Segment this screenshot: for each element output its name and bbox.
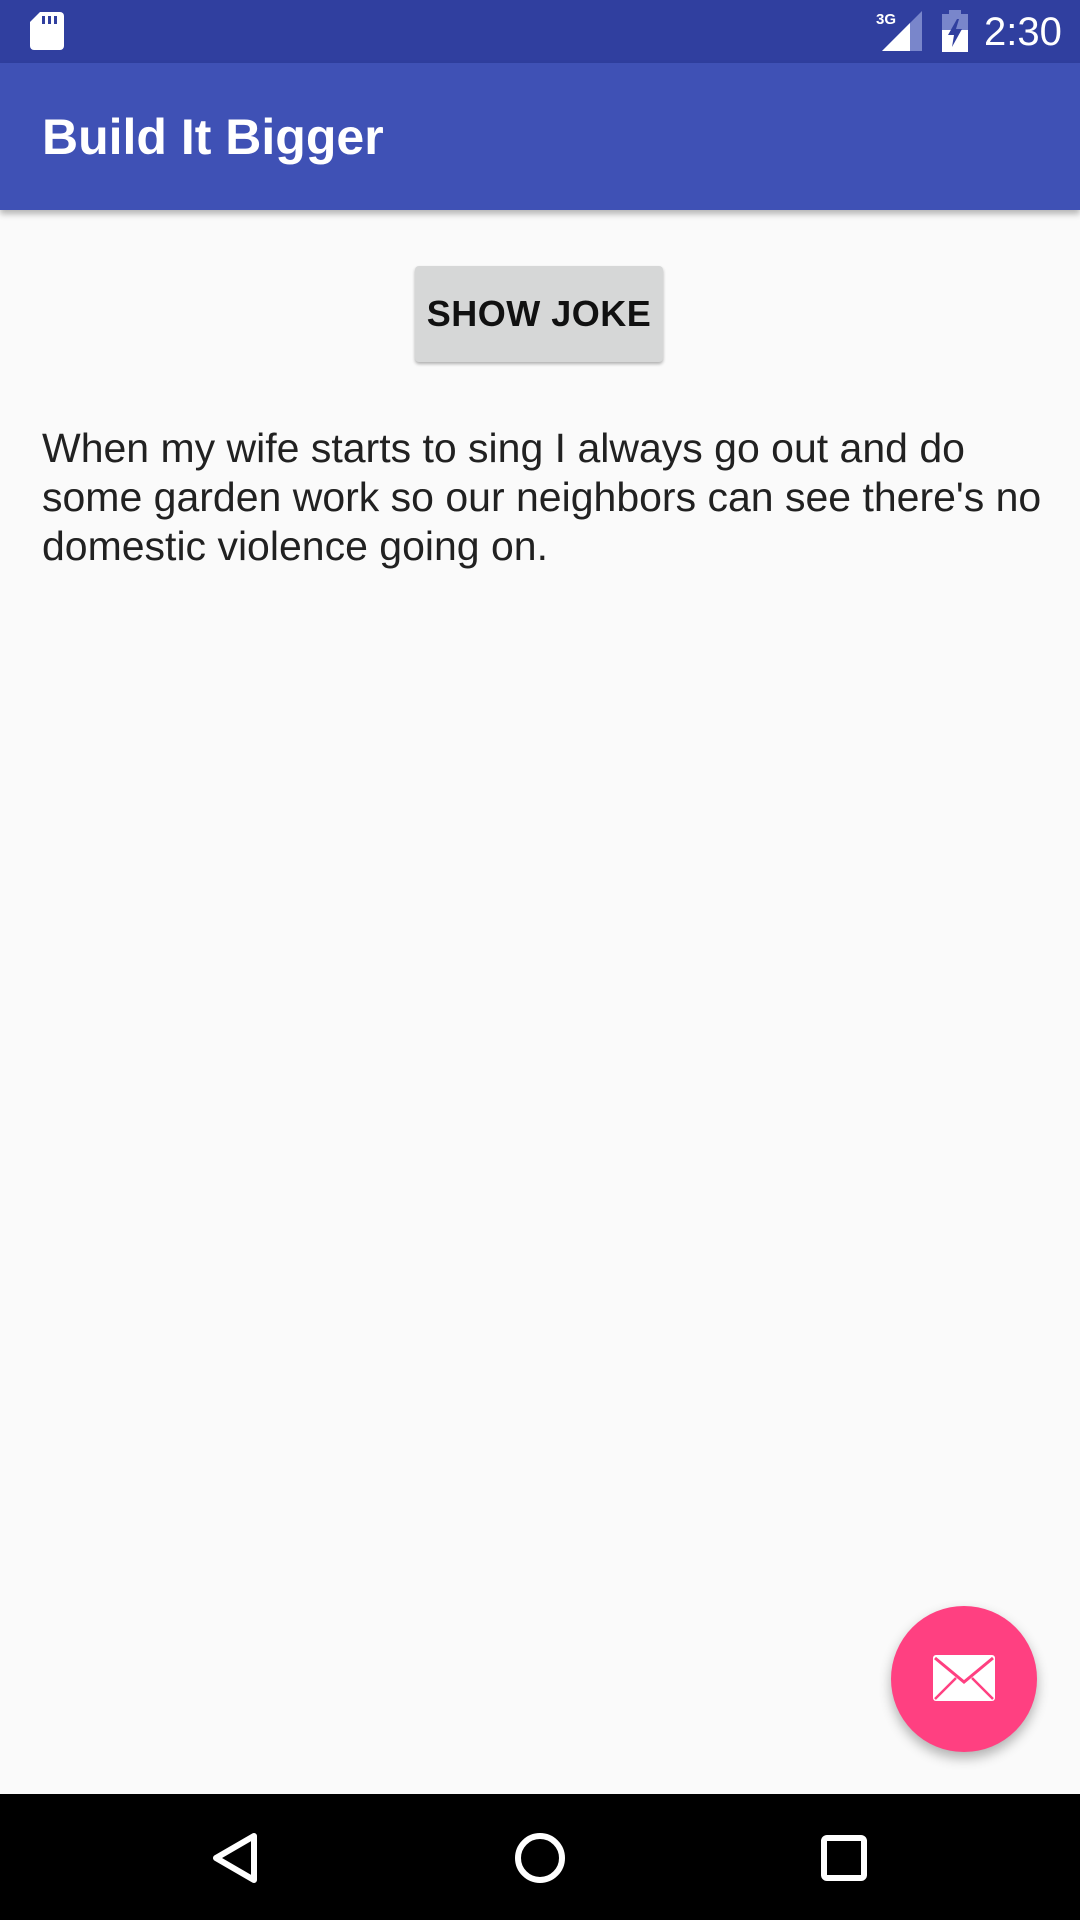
- show-joke-button[interactable]: SHOW JOKE: [415, 266, 663, 362]
- signal-icon: 3G: [876, 11, 922, 51]
- status-bar: 3G 2:30: [0, 0, 1080, 63]
- joke-text: When my wife starts to sing I always go …: [42, 425, 1042, 569]
- back-icon: [213, 1833, 257, 1883]
- screen: 3G 2:30 Build It Bigger SHOW JOKE When m…: [0, 0, 1080, 1920]
- app-title: Build It Bigger: [42, 109, 384, 165]
- status-time: 2:30: [984, 10, 1062, 54]
- sd-card-icon: [30, 12, 64, 50]
- home-icon: [515, 1833, 565, 1883]
- recents-button[interactable]: [808, 1822, 880, 1894]
- navigation-bar: [0, 1794, 1080, 1920]
- back-button[interactable]: [200, 1822, 272, 1894]
- network-type-label: 3G: [876, 11, 896, 28]
- app-bar: Build It Bigger: [0, 63, 1080, 210]
- email-icon: [933, 1655, 995, 1701]
- recents-icon: [821, 1835, 867, 1881]
- email-fab-button[interactable]: [891, 1606, 1037, 1752]
- battery-charging-icon: [942, 10, 968, 52]
- home-button[interactable]: [504, 1822, 576, 1894]
